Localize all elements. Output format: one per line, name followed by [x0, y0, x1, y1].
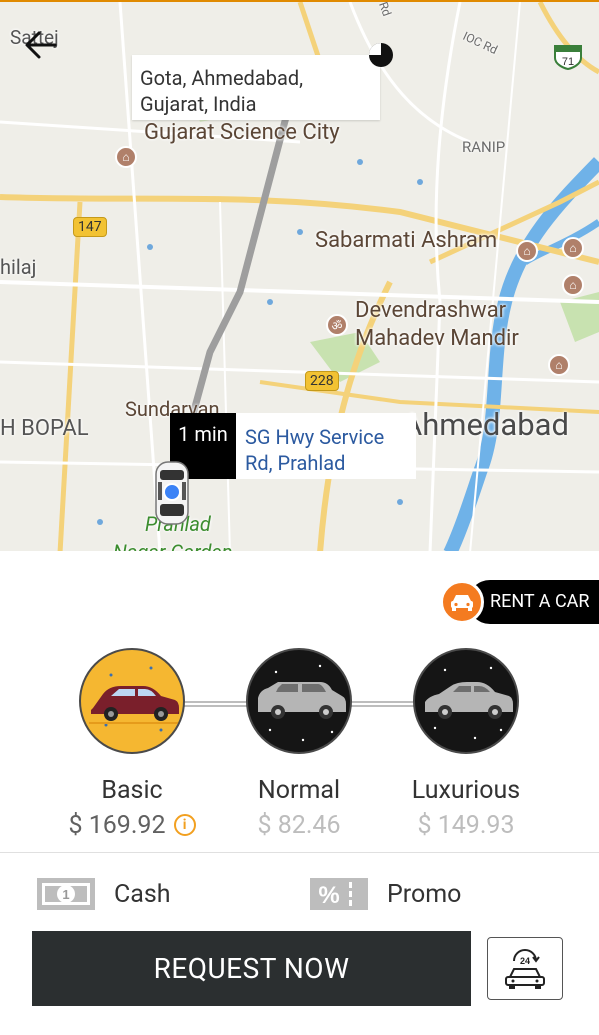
landmark-icon: ⌂ [548, 354, 570, 376]
car-type-basic[interactable]: Basic $ 169.92 i [47, 645, 217, 840]
svg-text:1: 1 [62, 887, 69, 902]
info-icon[interactable]: i [173, 814, 196, 836]
promo-button[interactable]: % Promo [309, 872, 461, 916]
cash-icon: 1 [37, 878, 95, 910]
svg-text:24: 24 [520, 956, 530, 966]
route-shield-147: 147 [73, 217, 107, 237]
landmark-icon: ⌂ [516, 240, 538, 262]
car-type-luxurious[interactable]: Luxurious $ 149.93 [381, 645, 551, 840]
car-type-price: $ 149.93 [417, 811, 515, 840]
destination-address: SG Hwy Service Rd, Prahlad [245, 425, 385, 475]
car-type-price: $ 169.92 i [47, 811, 217, 840]
car-luxury-sedan-icon [413, 648, 519, 754]
car-type-selector: Basic $ 169.92 i Normal $ 82.46 Luxuriou… [0, 645, 599, 845]
car-type-price-value: $ 169.92 [68, 811, 166, 840]
map-label-ahmedabad: Ahmedabad [402, 406, 570, 443]
map-view[interactable]: Sattej Gujarat Science City RANIP Sabarm… [0, 0, 599, 551]
svg-text:%: % [318, 882, 339, 909]
car-suv-icon [246, 648, 352, 754]
schedule-24h-car-icon: 24 [505, 948, 545, 989]
map-label-nagar-garden: Nagar Garden [113, 540, 232, 551]
promo-percent-icon: % [310, 878, 368, 910]
rent-a-car-label: RENT A CAR [468, 580, 599, 624]
map-label-devendrashwar: Devendrashwar [355, 298, 507, 323]
car-marker-icon [155, 461, 189, 525]
landmark-icon: ⌂ [562, 274, 584, 296]
request-now-button[interactable]: REQUEST NOW [32, 931, 471, 1006]
payment-method-label: Cash [114, 879, 171, 909]
highway-shield-icon: 71 [554, 45, 582, 70]
map-label-sabarmati-ashram: Sabarmati Ashram [315, 228, 498, 253]
divider [0, 852, 599, 853]
rent-a-car-button[interactable]: RENT A CAR [440, 580, 599, 624]
promo-label: Promo [387, 879, 462, 909]
pickup-marker-icon [369, 43, 393, 67]
map-label-bopal: H BOPAL [0, 416, 89, 441]
car-sedan-icon [79, 648, 185, 754]
destination-location-box[interactable]: SG Hwy Service Rd, Prahlad [236, 413, 416, 479]
map-label-mahadev-mandir: Mahadev Mandir [355, 326, 519, 351]
car-type-price: $ 82.46 [257, 811, 341, 840]
schedule-ride-button[interactable]: 24 [487, 937, 563, 1000]
car-type-name: Basic [101, 776, 163, 805]
eta-label: 1 min [178, 422, 228, 446]
landmark-icon: ⌂ [562, 237, 584, 259]
map-label-hilaj: hilaj [0, 255, 37, 279]
back-arrow-icon[interactable] [22, 28, 58, 62]
payment-method-button[interactable]: 1 Cash [36, 872, 171, 916]
svg-text:71: 71 [562, 56, 574, 68]
pickup-address: Gota, Ahmedabad, Gujarat, India [140, 66, 304, 116]
map-label-ranip: RANIP [462, 138, 506, 156]
map-label-science-city: Gujarat Science City [144, 120, 340, 145]
car-type-name: Normal [257, 776, 341, 805]
car-front-icon [440, 580, 484, 624]
car-type-name: Luxurious [411, 776, 521, 805]
landmark-icon: ⌂ [115, 146, 137, 168]
car-type-normal[interactable]: Normal $ 82.46 [214, 645, 384, 840]
route-shield-228: 228 [305, 371, 339, 391]
temple-icon: ॐ [326, 314, 348, 336]
pickup-location-box[interactable]: Gota, Ahmedabad, Gujarat, India [132, 55, 380, 120]
